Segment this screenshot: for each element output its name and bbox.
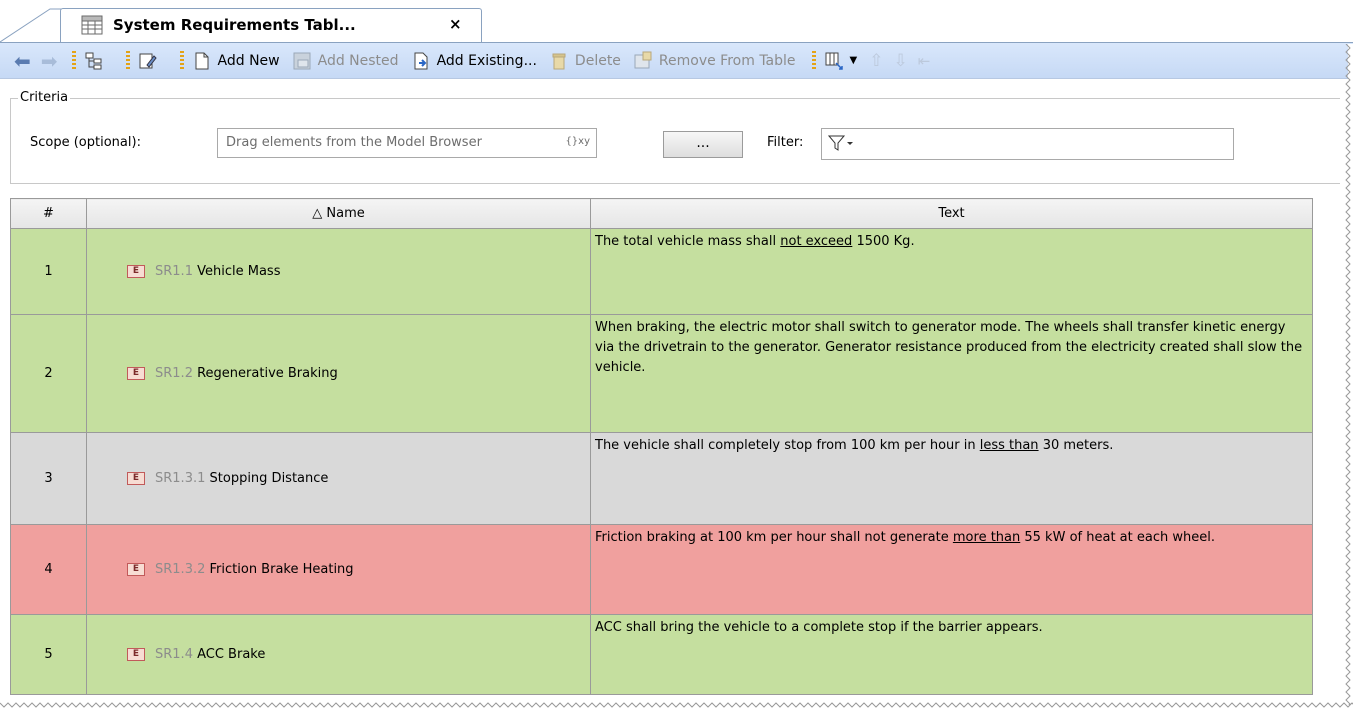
row-number: 3 [10,432,87,525]
requirement-id: SR1.3.2 [155,562,206,577]
requirement-text: When braking, the electric motor shall s… [595,320,1303,375]
add-new-label: Add New [217,52,280,69]
filter-label: Filter: [767,135,804,150]
columns-icon [825,52,843,70]
toolbar-grip [179,50,184,71]
requirement-element-icon: E [127,265,145,278]
requirement-id: SR1.1 [155,264,193,279]
requirement-name-cell[interactable]: E SR1.2 Regenerative Braking [86,314,591,433]
move-down-icon[interactable]: ⇩ [893,51,907,71]
requirement-text-end: 1500 Kg. [852,234,915,249]
add-existing-icon [414,52,428,69]
requirement-element-icon: E [127,563,145,576]
requirement-text-cell[interactable]: The vehicle shall completely stop from 1… [590,432,1313,525]
toolbar-grip [71,50,76,71]
requirement-text: The total vehicle mass shall [595,234,781,249]
table-row[interactable]: 2 E SR1.2 Regenerative Braking When braki… [10,314,1313,433]
requirement-id: SR1.4 [155,647,193,662]
tab-system-requirements-table[interactable]: System Requirements Tabl... × [60,8,482,42]
tab-strip: System Requirements Tabl... × [0,0,1353,42]
requirement-name-cell[interactable]: E SR1.4 ACC Brake [86,614,591,695]
hierarchy-icon[interactable] [84,51,110,71]
remove-from-table-icon [634,51,652,68]
requirement-text-cell[interactable]: The total vehicle mass shall not exceed … [590,228,1313,315]
table-row[interactable]: 3 E SR1.3.1 Stopping Distance The vehicle… [10,432,1313,525]
requirement-name-cell[interactable]: E SR1.3.1 Stopping Distance [86,432,591,525]
column-header-text[interactable]: Text [590,198,1313,229]
add-new-button[interactable]: Add New [192,51,280,71]
requirement-id: SR1.3.1 [155,471,206,486]
requirement-text: ACC shall bring the vehicle to a complet… [595,620,1043,635]
requirement-text-end: 30 meters. [1038,438,1114,453]
toolbar-grip [811,50,816,71]
requirement-text-cell[interactable]: When braking, the electric motor shall s… [590,314,1313,433]
add-existing-label: Add Existing... [436,52,537,69]
delete-label: Delete [574,52,621,69]
filter-icon[interactable] [827,134,854,152]
requirement-text-cell[interactable]: ACC shall bring the vehicle to a complet… [590,614,1313,695]
add-nested-label: Add Nested [317,52,399,69]
row-number: 1 [10,228,87,315]
tab-title: System Requirements Tabl... [113,16,356,34]
requirement-text-cell[interactable]: Friction braking at 100 km per hour shal… [590,524,1313,615]
requirement-text-emphasis: less than [979,438,1039,453]
requirement-id: SR1.2 [155,366,193,381]
scope-expression-icon[interactable]: {}xy [565,136,590,147]
table-row[interactable]: 1 E SR1.1 Vehicle Mass The total vehicle … [10,228,1313,315]
requirement-name-cell[interactable]: E SR1.3.2 Friction Brake Heating [86,524,591,615]
requirement-name: Friction Brake Heating [209,562,354,577]
requirement-element-icon: E [127,648,145,661]
add-nested-icon [293,52,311,69]
criteria-panel: Criteria Scope (optional): Drag elements… [10,88,1340,184]
add-nested-button[interactable]: Add Nested [292,51,399,71]
column-header-number[interactable]: # [10,198,87,229]
requirement-name-cell[interactable]: E SR1.1 Vehicle Mass [86,228,591,315]
filter-input[interactable] [821,128,1234,160]
requirement-text-emphasis: more than [952,530,1021,545]
table-row[interactable]: 5 E SR1.4 ACC Brake ACC shall bring the v… [10,614,1313,695]
requirement-text: Friction braking at 100 km per hour shal… [595,530,953,545]
scope-input[interactable]: Drag elements from the Model Browser {}x… [217,128,597,158]
tab-edge [0,8,62,42]
outdent-icon[interactable]: ⇤ [918,52,931,70]
row-number: 2 [10,314,87,433]
criteria-legend: Criteria [18,90,71,105]
column-header-name[interactable]: △ Name [86,198,591,229]
delete-button[interactable]: Delete [549,51,621,71]
requirement-element-icon: E [127,367,145,380]
remove-from-table-label: Remove From Table [658,52,796,69]
row-number: 4 [10,524,87,615]
table-header: # △ Name Text [10,198,1313,229]
torn-edge-right [1345,44,1353,710]
chevron-down-icon: ▼ [849,55,858,66]
requirement-text: The vehicle shall completely stop from 1… [595,438,980,453]
requirement-name: Regenerative Braking [197,366,338,381]
table-icon [81,15,103,35]
requirement-text-end: 55 kW of heat at each wheel. [1020,530,1215,545]
requirement-name: ACC Brake [197,647,266,662]
move-up-icon[interactable]: ⇧ [869,51,883,71]
row-number: 5 [10,614,87,695]
toolbar: ⬅ ➡ Add New Add Nested Add Existing... D… [0,42,1353,79]
browse-button[interactable]: ... [663,131,743,158]
requirement-name: Vehicle Mass [197,264,281,279]
remove-from-table-button[interactable]: Remove From Table [633,51,796,71]
requirements-table: # △ Name Text 1 E SR1.1 Vehicle Mass The … [10,198,1313,695]
requirement-text-emphasis: not exceed [780,234,853,249]
requirement-element-icon: E [127,472,145,485]
close-icon[interactable]: × [449,15,462,33]
scope-placeholder: Drag elements from the Model Browser [226,135,482,150]
trash-icon [552,53,566,69]
torn-edge-bottom [0,702,1353,710]
back-arrow-icon[interactable]: ⬅ [14,49,31,73]
new-document-icon [195,52,209,69]
requirement-name: Stopping Distance [209,471,329,486]
forward-arrow-icon[interactable]: ➡ [41,49,58,73]
toolbar-grip [125,50,130,71]
edit-element-icon[interactable] [138,51,164,71]
column-options-button[interactable]: ▼ [824,51,858,71]
add-existing-button[interactable]: Add Existing... [411,51,537,71]
scope-label: Scope (optional): [30,135,141,150]
table-row[interactable]: 4 E SR1.3.2 Friction Brake Heating Fricti… [10,524,1313,615]
